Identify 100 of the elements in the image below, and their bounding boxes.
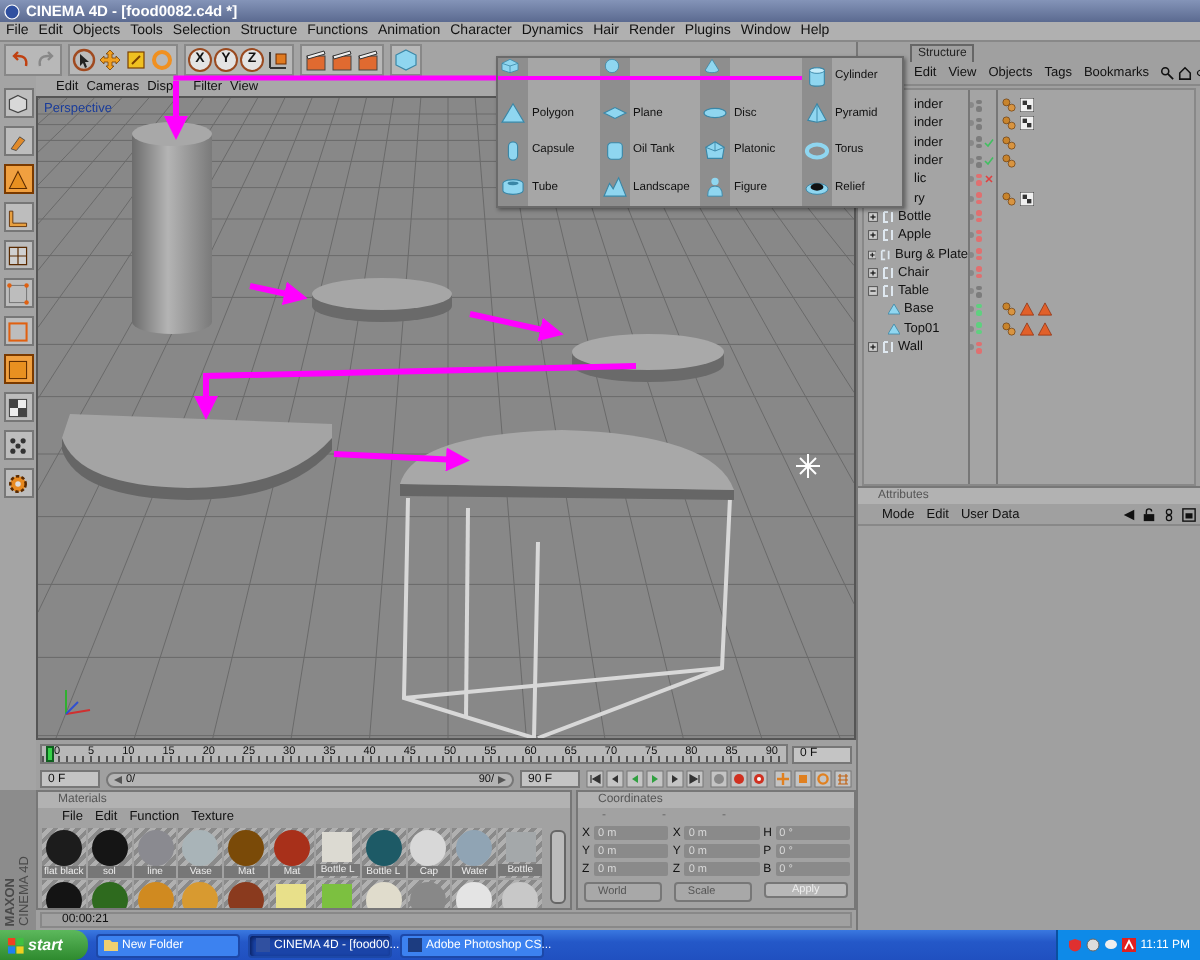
lock-icon[interactable] [1142,507,1156,521]
triangle-icon [500,102,526,125]
record-icon[interactable] [710,770,728,788]
expand-icon[interactable] [868,342,878,352]
step-forward-icon[interactable] [666,770,684,788]
null-object-icon [882,265,894,280]
home-icon[interactable] [1178,66,1193,80]
check-icon[interactable] [983,156,993,167]
visibility-dots[interactable] [976,266,981,279]
tool-button[interactable] [3,468,33,498]
back-arrow-icon[interactable] [1122,507,1136,521]
search-icon[interactable] [1160,66,1175,80]
material-swatch[interactable] [322,832,353,862]
null-object-icon [882,340,894,354]
visibility-dots[interactable] [976,341,981,353]
clapper-icon[interactable] [356,47,380,71]
menu-item[interactable] [700,58,722,74]
layer-dot[interactable] [968,120,974,127]
checker-icon [1020,191,1034,206]
check-icon[interactable] [983,137,993,148]
undo-icon[interactable] [8,47,32,71]
tool-button[interactable] [3,430,33,460]
collapse-icon[interactable] [868,286,878,297]
record-icon[interactable] [730,770,748,788]
dots-icon [6,433,30,457]
step-back-icon[interactable] [606,770,624,788]
layer-dot[interactable] [968,325,974,332]
skip-end-icon[interactable] [686,770,704,788]
tool-button[interactable] [3,164,33,194]
material-swatch[interactable] [505,832,536,862]
material-sphere[interactable] [45,830,82,866]
expand-icon[interactable] [868,249,877,260]
layer-dot[interactable] [968,102,974,109]
cube-icon[interactable] [394,47,418,71]
material-swatch[interactable] [322,884,353,908]
redo-icon[interactable] [34,47,58,71]
skip-start-icon[interactable] [586,770,604,788]
circle-icon[interactable] [1086,938,1101,952]
layer-dot[interactable] [968,158,974,165]
axis-icon[interactable] [266,47,290,71]
tool-button[interactable] [3,88,33,118]
disc-drawing [312,278,452,322]
layer-dot[interactable] [968,232,974,239]
layer-dot[interactable] [968,195,974,202]
rotate-icon[interactable] [814,770,832,788]
tool-button[interactable] [3,354,33,384]
playhead[interactable] [46,746,54,762]
expand-icon[interactable] [868,230,878,241]
chat-icon[interactable] [1104,938,1119,952]
window-icon[interactable] [1182,507,1196,521]
visibility-dots[interactable] [976,303,981,316]
visibility-dots[interactable] [976,117,981,130]
visibility-dots[interactable] [976,285,981,298]
clapper-icon[interactable] [330,47,354,71]
polyhedron-icon [702,139,728,162]
tool-button[interactable] [3,392,33,422]
visibility-dots[interactable] [976,229,981,242]
shield-icon[interactable] [1068,938,1083,952]
layer-dot[interactable] [968,288,974,295]
visibility-dots[interactable] [976,136,981,149]
layer-dot[interactable] [968,139,974,146]
visibility-dots[interactable] [976,99,981,112]
visibility-dots[interactable] [976,322,981,335]
material-swatch[interactable] [276,884,307,908]
layer-dot[interactable] [968,251,974,258]
folder-icon [104,938,118,952]
visibility-dots[interactable] [976,192,981,205]
expand-icon[interactable] [868,211,878,222]
visibility-dots[interactable] [976,155,981,168]
visibility-dots[interactable] [976,210,981,223]
balls-icon [1002,191,1016,206]
layer-dot[interactable] [968,176,974,183]
layer-dot[interactable] [968,306,974,313]
material-sphere[interactable] [91,830,128,866]
app-icon[interactable] [1122,938,1137,952]
scrollbar[interactable] [550,830,566,904]
material-sphere[interactable] [45,882,82,908]
material-sphere[interactable] [365,830,402,866]
annotation-arrow [469,311,564,342]
scale-icon[interactable] [794,770,812,788]
tool-button[interactable] [3,202,33,232]
scale-icon[interactable] [124,47,148,71]
move-icon[interactable] [774,770,792,788]
cursor-icon[interactable] [72,47,96,71]
link-icon[interactable] [1162,507,1176,521]
cross-icon[interactable] [983,174,993,185]
visibility-dots[interactable] [976,248,981,261]
cone-icon [702,58,722,74]
menu-item[interactable] [599,58,621,74]
layer-dot[interactable] [968,213,974,220]
tool-button[interactable] [3,240,33,270]
expand-icon[interactable] [868,267,878,278]
layer-dot[interactable] [968,269,974,276]
menu-item[interactable] [498,58,520,74]
material-sphere[interactable] [228,882,265,908]
visibility-dots[interactable] [976,173,981,186]
triangle-icon [6,167,30,191]
grid-icon[interactable] [834,770,852,788]
clapper-icon[interactable] [304,47,328,71]
record-icon[interactable] [750,770,768,788]
